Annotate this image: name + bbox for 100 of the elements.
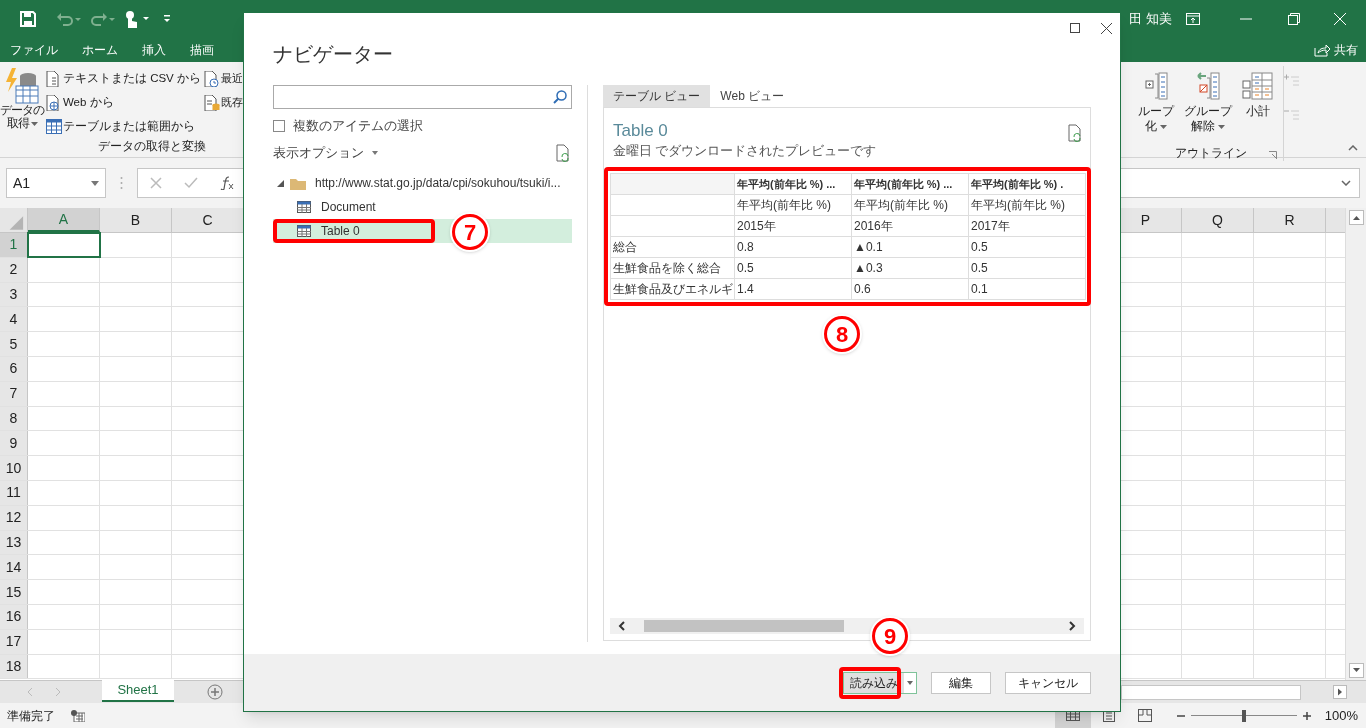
restore-icon[interactable] [1288,13,1300,25]
row-header[interactable]: 18 [0,654,28,679]
ribbon-button[interactable]: 小計 [1242,72,1273,145]
row-header[interactable]: 6 [0,357,28,381]
dialog-title: ナビゲーター [273,42,393,67]
share-icon [1314,43,1330,57]
row-header[interactable]: 4 [0,307,28,332]
collapse-ribbon-icon[interactable] [1348,145,1358,151]
subtotal-icon [1242,72,1273,100]
column-header[interactable]: Q [1182,208,1254,232]
zoom-slider[interactable] [1190,709,1297,722]
table-cell: 年平均(前年比 %) [968,194,1086,216]
table-cell: 0.1 [968,278,1086,300]
vertical-scrollbar[interactable] [1345,208,1366,680]
ribbon-button[interactable]: グループ 解除 [1184,72,1232,145]
table-icon [45,118,62,135]
dropdown-caret-icon [372,151,378,155]
row-header[interactable]: 7 [0,381,28,406]
load-button[interactable]: 読み込み [844,672,904,693]
table-cell: 0.5 [734,257,852,279]
expand-formula-bar-icon[interactable] [1341,180,1351,186]
table-cell: 0.6 [851,278,969,300]
table-cell: 0.5 [968,236,1086,258]
view-tab[interactable]: Web ビュー [710,85,795,107]
ribbon-display-options-icon[interactable] [1186,13,1200,25]
row-header[interactable]: 2 [0,257,28,282]
ungroup-rows-icon [1196,72,1220,100]
column-header[interactable]: A [28,208,100,232]
edit-button[interactable]: 編集 [931,671,991,694]
share-button[interactable]: 共有 [1314,41,1358,59]
zoom-in-icon[interactable] [1302,711,1311,720]
user-name: 田 知美 [1129,10,1172,29]
add-sheet-icon[interactable] [207,684,223,700]
expanded-caret-icon[interactable] [277,179,284,187]
insert-function-icon[interactable] [220,176,234,190]
checkbox[interactable] [273,120,285,132]
dropdown-button[interactable] [904,672,916,693]
row-header[interactable]: 13 [0,530,28,555]
checkbox-label: 複数のアイテムの選択 [293,117,423,136]
row-header[interactable]: 3 [0,282,28,307]
row-header[interactable]: 14 [0,555,28,580]
table-cell: 生鮮食品を除く総合 [610,257,735,279]
text-file-icon [45,70,62,87]
row-header[interactable]: 11 [0,480,28,505]
row-header[interactable]: 1 [0,233,28,257]
view-tab[interactable]: テーブル ビュー [603,85,711,107]
get-data-button[interactable]: データの 取得 [0,68,45,137]
save-icon[interactable] [20,11,36,27]
ribbon-button[interactable]: 最近 [204,68,243,89]
step-number-badge: 7 [452,214,488,250]
ribbon-tab[interactable]: ホーム [82,41,118,59]
scroll-up-icon [1348,210,1364,225]
table-cell: 総合 [610,236,735,258]
ribbon-button[interactable]: Web から [45,92,201,113]
row-header[interactable]: 8 [0,406,28,431]
column-header: 年平均(前年比 %) . [968,173,1086,195]
name-box[interactable]: A1 [6,168,106,198]
touch-mode-icon[interactable] [124,10,150,28]
row-header[interactable]: 17 [0,629,28,654]
maximize-icon[interactable] [1070,23,1080,33]
ribbon-button[interactable]: テーブルまたは範囲から [45,116,201,137]
page-break-view-icon [1136,708,1153,723]
ribbon-tab[interactable]: ファイル [10,41,58,59]
cancel-button[interactable]: キャンセル [1005,671,1091,694]
macro-recording-icon[interactable] [71,709,85,722]
web-icon [45,94,62,111]
dialog-launcher-icon[interactable] [1269,151,1277,159]
ribbon-button[interactable]: 既存 [204,92,243,113]
table-cell: ▲0.3 [851,257,969,279]
sheet-tab[interactable]: Sheet1 [102,680,174,702]
active-cell[interactable] [28,233,100,257]
display-options-dropdown[interactable]: 表示オプション [273,143,378,163]
refresh-document-icon[interactable] [556,144,570,162]
column-header[interactable]: R [1254,208,1326,232]
row-header[interactable]: 9 [0,431,28,456]
column-header[interactable]: B [100,208,172,232]
folder-icon [290,176,306,190]
customize-toolbar-icon[interactable] [162,14,172,24]
refresh-document-icon[interactable] [1068,124,1082,142]
ribbon-button[interactable]: ループ 化 [1138,72,1174,145]
search-field[interactable] [273,85,572,109]
close-icon[interactable] [1101,23,1112,34]
scrollbar-thumb[interactable] [644,620,844,632]
step-number-badge: 8 [824,316,860,352]
row-header[interactable]: 16 [0,604,28,629]
row-header[interactable]: 15 [0,580,28,604]
row-header[interactable]: 10 [0,456,28,480]
table-cell: 0.8 [734,236,852,258]
scroll-right-icon[interactable] [1333,685,1347,699]
ribbon-tab[interactable]: 挿入 [142,41,166,59]
slider-thumb[interactable] [1241,709,1246,722]
ribbon-tab[interactable]: 描画 [190,41,214,59]
ribbon-button[interactable]: テキストまたは CSV から [45,68,201,89]
scroll-left-icon [618,621,625,631]
row-header[interactable]: 12 [0,505,28,530]
row-header[interactable]: 5 [0,332,28,356]
horizontal-scrollbar[interactable] [1121,685,1301,700]
preview-subtitle: 金曜日 でダウンロードされたプレビューです [613,143,877,160]
step-number-badge: 9 [872,618,908,654]
tree-item[interactable]: http://www.stat.go.jp/data/cpi/sokuhou/tsuki/i... [273,171,572,195]
